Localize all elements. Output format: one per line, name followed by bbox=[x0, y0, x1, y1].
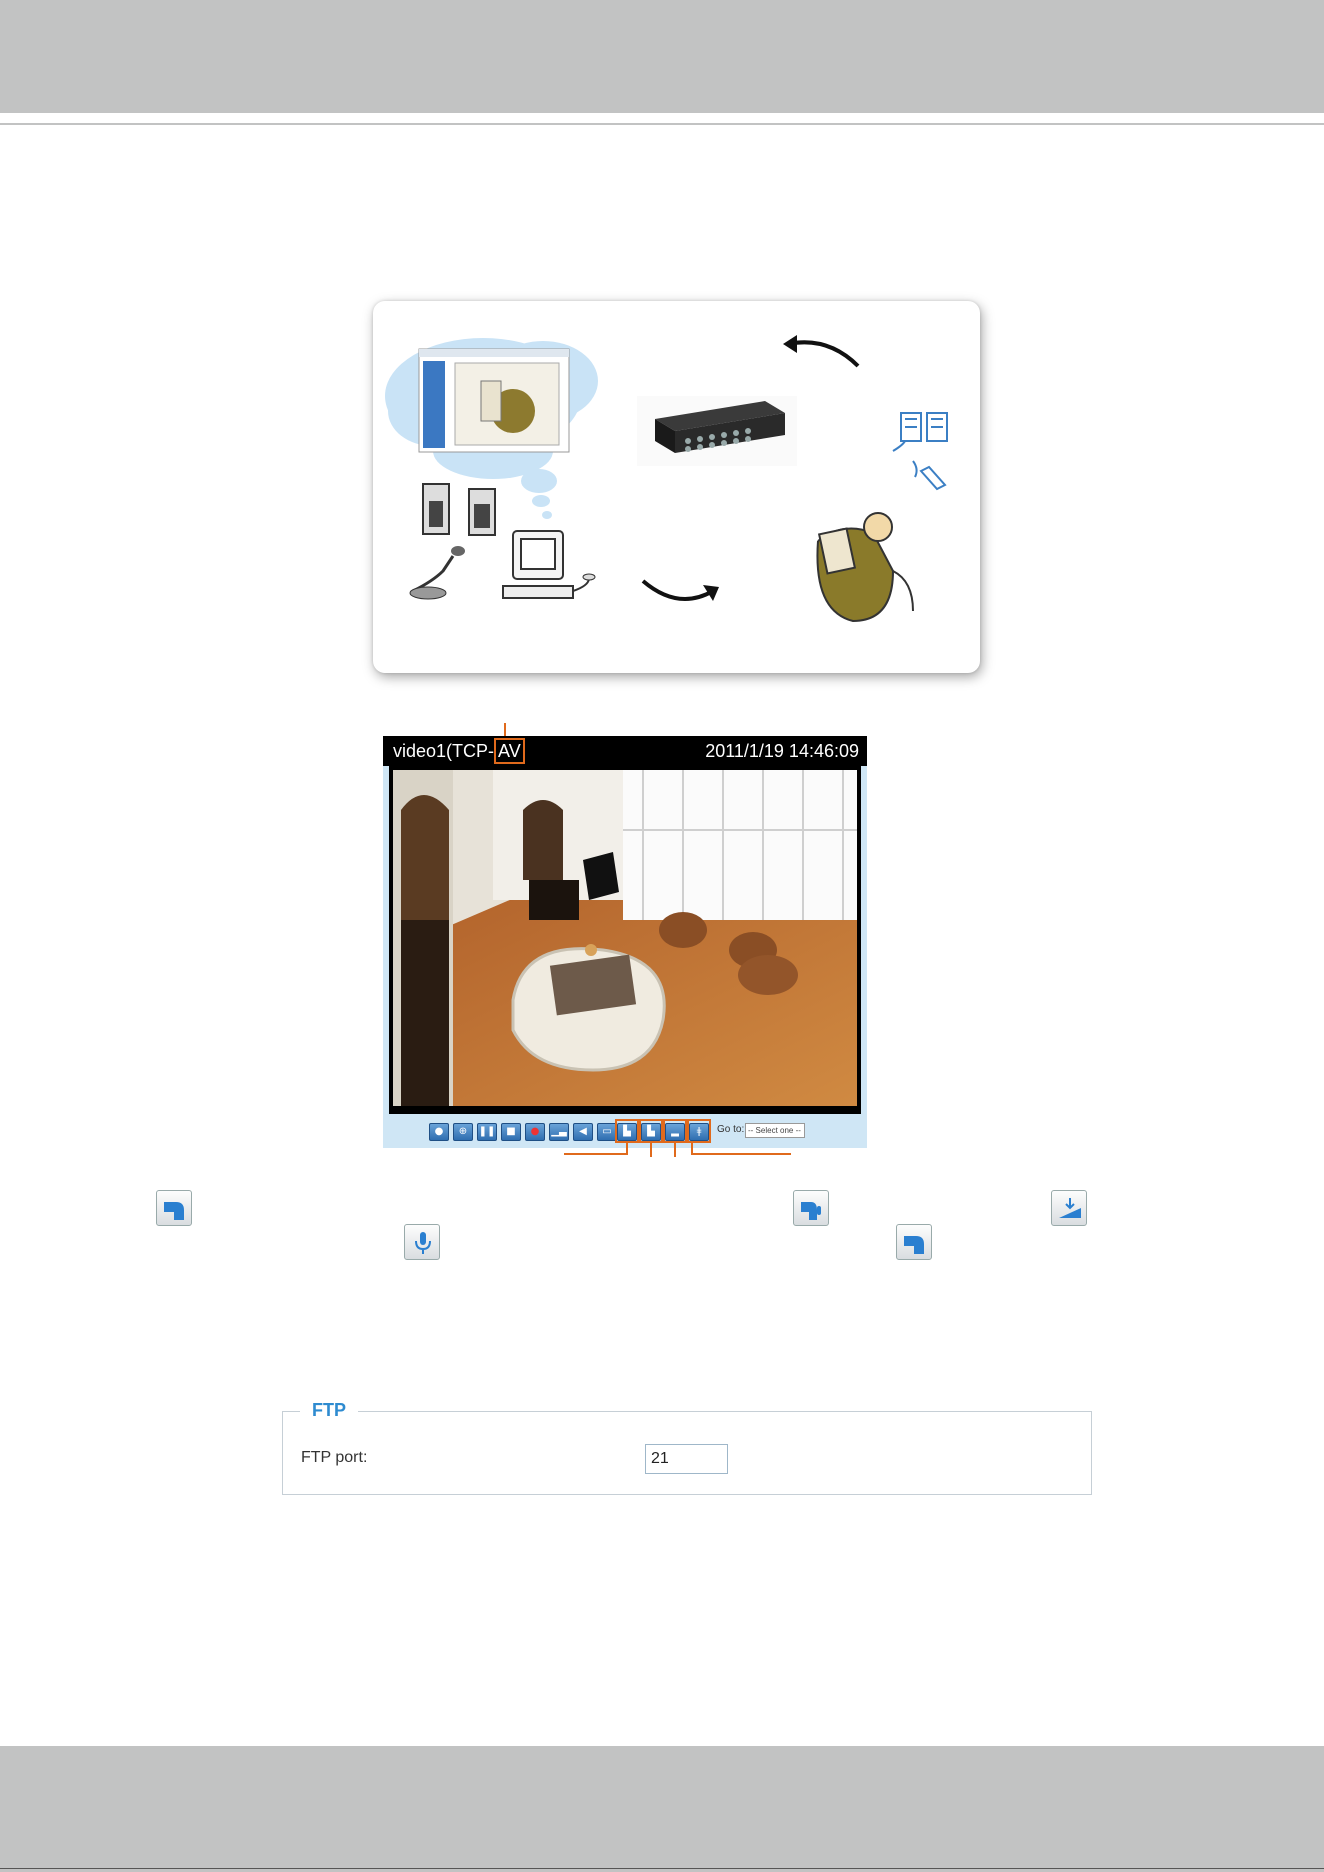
callout-mic-horizontal bbox=[691, 1153, 791, 1155]
remote-speakers-and-mic bbox=[892, 412, 948, 491]
living-room-scene bbox=[393, 770, 857, 1106]
record-button[interactable]: ● bbox=[525, 1123, 545, 1141]
snapshot-button[interactable]: ● bbox=[429, 1123, 449, 1141]
two-way-audio-illustration bbox=[373, 301, 980, 673]
speaker-icon: ▂ bbox=[671, 1126, 679, 1137]
volume-button[interactable]: ▁▃ bbox=[549, 1123, 569, 1141]
goto-select[interactable]: -- Select one -- bbox=[745, 1123, 805, 1138]
digital-zoom-button[interactable]: ⊕ bbox=[453, 1123, 473, 1141]
talk-mic-icon: ▙ bbox=[647, 1126, 655, 1137]
stream-name: video1(TCP- bbox=[393, 741, 495, 761]
arrow-to-remote bbox=[641, 579, 714, 601]
page-footer-band bbox=[0, 1746, 1324, 1872]
viewer-control-toolbar: ● ⊕ ❚❚ ■ ● ▁▃ ◀ ▭ ▙ ▙ ▂ ǂ Go to: -- Sele… bbox=[383, 1114, 867, 1148]
arrow-to-client bbox=[787, 340, 860, 368]
browser-window-thumbnail bbox=[418, 348, 570, 453]
fullscreen-icon: ▭ bbox=[602, 1126, 612, 1137]
mic-icon: ǂ bbox=[696, 1126, 702, 1137]
speaker-button[interactable]: ▂ bbox=[665, 1123, 685, 1141]
talk-mic-button[interactable]: ▙ bbox=[641, 1123, 661, 1141]
callout-speaker bbox=[674, 1143, 676, 1157]
mic-button[interactable]: ǂ bbox=[689, 1123, 709, 1141]
talk-icon bbox=[896, 1224, 932, 1260]
computer-with-speakers-and-mic bbox=[409, 483, 596, 600]
mute-button[interactable]: ◀ bbox=[573, 1123, 593, 1141]
stream-label: video1(TCP- AV bbox=[393, 736, 525, 766]
person-listening bbox=[816, 512, 914, 623]
ftp-legend: FTP bbox=[300, 1400, 358, 1421]
pause-icon: ❚❚ bbox=[478, 1126, 496, 1137]
talk-icon: ▙ bbox=[623, 1126, 631, 1137]
live-video-image bbox=[393, 770, 857, 1106]
stop-icon: ■ bbox=[506, 1126, 516, 1137]
pause-button[interactable]: ❚❚ bbox=[477, 1123, 497, 1141]
video-server-device bbox=[637, 396, 797, 466]
ftp-port-label: FTP port: bbox=[301, 1449, 368, 1466]
talk-icon bbox=[156, 1190, 192, 1226]
ftp-port-input[interactable] bbox=[645, 1444, 728, 1474]
record-icon: ● bbox=[530, 1126, 540, 1137]
header-rule bbox=[0, 123, 1324, 125]
illustration-drawing bbox=[385, 335, 948, 623]
goto-label: Go to: bbox=[717, 1124, 745, 1135]
volume-icon: ▁▃ bbox=[551, 1126, 567, 1137]
viewer-title-bar: video1(TCP- AV 2011/1/19 14:46:09 bbox=[383, 736, 867, 766]
callout-talk-horizontal bbox=[564, 1153, 628, 1155]
protocol-mode-badge: AV bbox=[494, 738, 525, 764]
speaker-mute-icon: ◀ bbox=[579, 1126, 587, 1137]
video-frame bbox=[389, 766, 861, 1114]
live-view-panel: video1(TCP- AV 2011/1/19 14:46:09 ● ⊕ ❚❚… bbox=[383, 736, 867, 1148]
speaker-icon bbox=[1051, 1190, 1087, 1226]
magnifier-icon: ⊕ bbox=[458, 1126, 468, 1137]
camera-icon: ● bbox=[434, 1126, 444, 1137]
page-header-band bbox=[0, 0, 1324, 113]
footer-rule bbox=[0, 1868, 1324, 1869]
timestamp: 2011/1/19 14:46:09 bbox=[705, 741, 859, 761]
fullscreen-button[interactable]: ▭ bbox=[597, 1123, 617, 1141]
mic-icon bbox=[404, 1224, 440, 1260]
talk-button[interactable]: ▙ bbox=[617, 1123, 637, 1141]
talk-mic-icon bbox=[793, 1190, 829, 1226]
av-callout-line bbox=[504, 723, 506, 737]
stop-button[interactable]: ■ bbox=[501, 1123, 521, 1141]
callout-talk-mic bbox=[650, 1143, 652, 1157]
